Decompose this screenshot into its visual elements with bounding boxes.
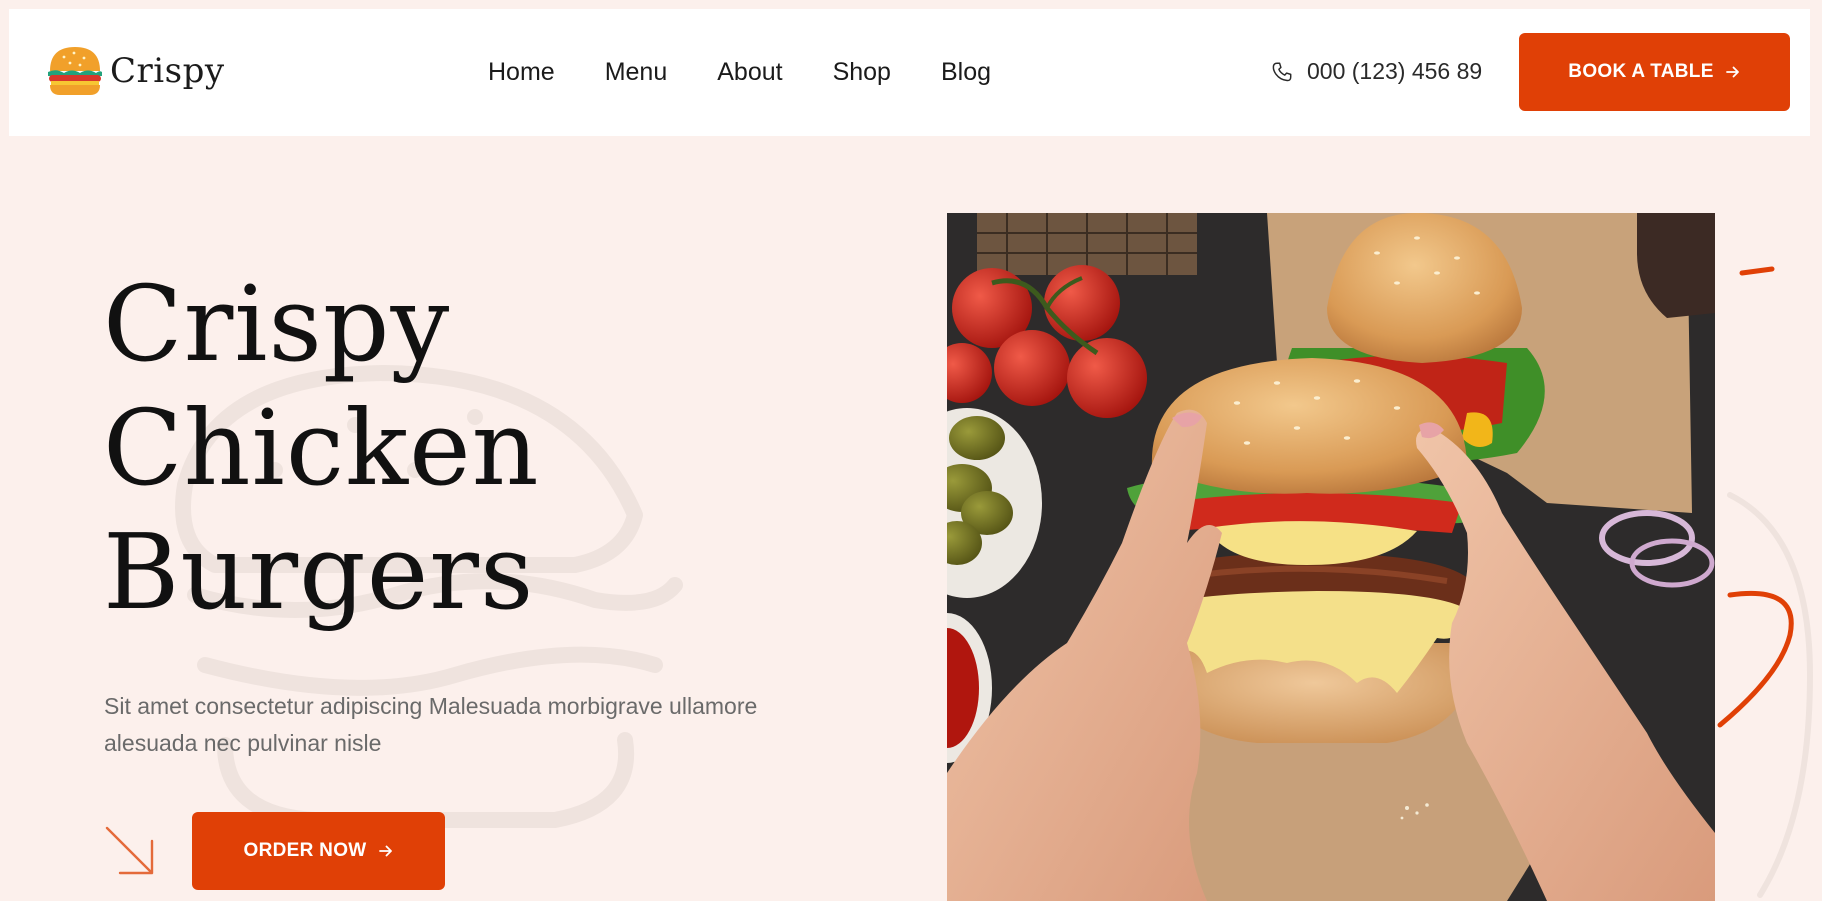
phone-link[interactable]: 000 (123) 456 89 [1271,58,1482,85]
hero-title-line-2: Chicken [103,387,540,509]
hero-title-line-3: Burgers [103,511,535,633]
hero-description: Sit amet consectetur adipiscing Malesuad… [104,693,758,756]
order-now-button[interactable]: ORDER NOW [192,812,445,890]
book-table-button[interactable]: BOOK A TABLE [1519,33,1790,111]
brand-name: Crispy [110,51,225,91]
nav-item-menu[interactable]: Menu [605,58,668,87]
site-header: Crispy Home Menu About Shop Blog 000 (12… [9,9,1810,136]
nav-item-home[interactable]: Home [488,58,555,87]
nav-item-shop[interactable]: Shop [833,58,891,87]
order-now-label: ORDER NOW [243,840,367,861]
hero-title: Crispy Chicken Burgers [103,262,540,634]
brand-logo[interactable]: Crispy [46,44,225,98]
phone-number: 000 (123) 456 89 [1307,58,1483,84]
main-nav: Home Menu About Shop Blog [488,58,1041,87]
phone-icon [1272,62,1292,81]
arrow-right-icon [1725,66,1739,78]
arrow-down-right-icon [105,826,154,875]
arrow-right-icon [378,845,392,857]
nav-item-about[interactable]: About [717,58,782,87]
nav-item-blog[interactable]: Blog [941,58,991,87]
decorative-swirl [1717,266,1814,898]
burger-photo [947,213,1715,901]
burger-logo-icon [48,47,102,95]
hero-burger-image [947,213,1715,901]
hero-title-line-1: Crispy [103,263,451,385]
book-table-label: BOOK A TABLE [1568,61,1714,82]
